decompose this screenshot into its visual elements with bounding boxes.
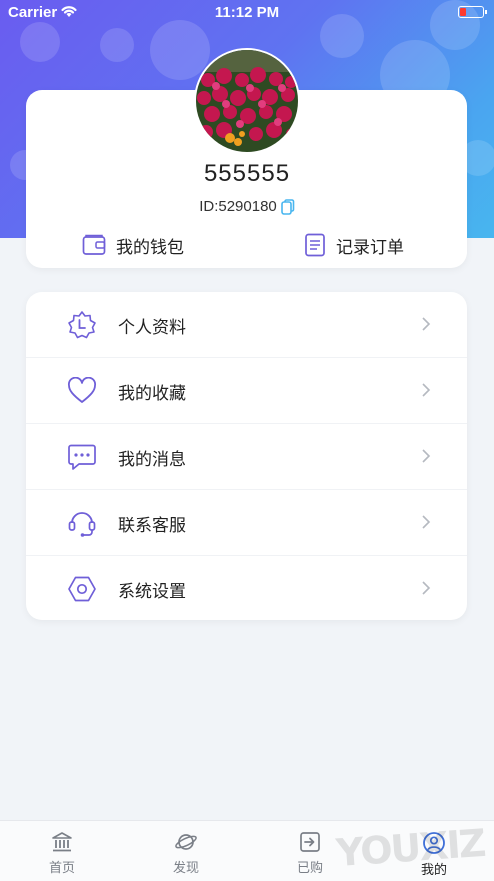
chat-bubble-icon [68, 444, 96, 470]
user-icon [423, 832, 445, 854]
purchased-icon [300, 832, 320, 852]
clock: 11:12 PM [214, 4, 280, 21]
tab-bar: 首页 发现 已购 我的 [0, 820, 494, 881]
chevron-right-icon [422, 581, 431, 595]
planet-icon [175, 834, 197, 850]
user-id: ID:5290180 [199, 198, 277, 215]
headset-icon [68, 512, 96, 537]
bank-icon [52, 832, 72, 852]
status-bar: Carrier 11:12 PM [0, 0, 494, 26]
orders-button[interactable]: 记录订单 [304, 232, 404, 258]
bokeh-light [20, 22, 60, 62]
wallet-icon [82, 234, 106, 255]
profile-badge-icon [68, 311, 96, 339]
menu-item-profile[interactable]: 个人资料 [26, 292, 467, 358]
menu-item-messages[interactable]: 我的消息 [26, 424, 467, 490]
tab-mine[interactable]: 我的 [372, 821, 494, 881]
tab-label: 我的 [420, 862, 447, 877]
heart-icon [68, 377, 96, 403]
tab-label: 发现 [172, 860, 199, 875]
menu-item-label: 个人资料 [118, 317, 186, 337]
tab-purchased[interactable]: 已购 [248, 821, 372, 881]
bokeh-light [100, 28, 134, 62]
username: 555555 [203, 160, 291, 187]
wallet-label: 我的钱包 [116, 237, 184, 257]
hexagon-gear-icon [68, 576, 96, 602]
avatar-image [196, 50, 298, 152]
tab-label: 已购 [296, 860, 323, 875]
chevron-right-icon [422, 317, 431, 331]
user-id-row: ID:5290180 [0, 198, 494, 215]
menu-item-settings[interactable]: 系统设置 [26, 556, 467, 622]
bokeh-light [150, 20, 210, 80]
menu-item-favorites[interactable]: 我的收藏 [26, 358, 467, 424]
menu-item-label: 联系客服 [118, 515, 186, 535]
avatar[interactable] [194, 48, 300, 154]
copy-icon[interactable] [280, 199, 295, 215]
menu-item-support[interactable]: 联系客服 [26, 490, 467, 556]
menu-item-label: 系统设置 [118, 581, 186, 601]
document-icon [305, 233, 325, 257]
chevron-right-icon [422, 515, 431, 529]
chevron-right-icon [422, 449, 431, 463]
tab-home[interactable]: 首页 [0, 821, 124, 881]
chevron-right-icon [422, 383, 431, 397]
menu-item-label: 我的收藏 [118, 383, 186, 403]
tab-label: 首页 [48, 860, 75, 875]
menu-item-label: 我的消息 [118, 449, 186, 469]
wallet-button[interactable]: 我的钱包 [82, 232, 184, 258]
orders-label: 记录订单 [336, 237, 404, 257]
tab-discover[interactable]: 发现 [124, 821, 248, 881]
menu-card: 个人资料 我的收藏 我的消息 联系客服 系统设置 [26, 292, 467, 620]
battery-icon [458, 6, 487, 18]
